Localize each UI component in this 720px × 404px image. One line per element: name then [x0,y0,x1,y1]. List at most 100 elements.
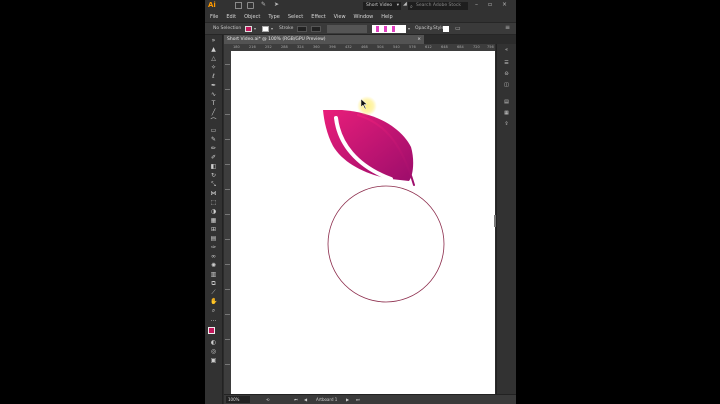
rotate-tool-icon[interactable]: ↻ [210,173,217,179]
ruler-tick: 684 [457,45,464,49]
title-bar: Ai ✎ ➤ Short Video ▾ ◢ ⌕ Search Adobe St… [205,0,516,12]
menu-window[interactable]: Window [354,12,374,22]
fill-stroke-widget[interactable] [208,327,218,337]
links-icon[interactable]: ⊝ [503,71,510,77]
brush-icon[interactable]: ✎ [261,1,266,8]
menu-help[interactable]: Help [381,12,392,22]
paintbrush-tool-icon[interactable]: ✎ [210,137,217,143]
library-icon[interactable] [235,2,242,9]
send-icon[interactable]: ➤ [274,1,279,8]
collapse-icon[interactable]: » [210,38,217,44]
document-setup-icon[interactable]: ▭ [455,25,461,32]
search-toggle-icon[interactable]: ◢ [403,1,407,7]
next-artboard-icon[interactable]: ▶ [346,395,349,404]
ruler-tick: 504 [377,45,384,49]
gradient-tool-icon[interactable]: ▤ [210,236,217,242]
ruler-tick: 720 [473,45,480,49]
collapse-icon[interactable]: « [503,47,510,53]
last-artboard-icon[interactable]: ⏭ [356,395,360,404]
menu-edit[interactable]: Edit [226,12,236,22]
perspective-grid-tool-icon[interactable]: ▦ [210,218,217,224]
screen-mode-icon[interactable]: ▣ [210,358,217,364]
fill-color-swatch[interactable] [245,26,252,32]
artboards-icon[interactable]: ▦ [503,110,510,116]
close-tab-icon[interactable]: × [417,35,421,44]
free-transform-tool-icon[interactable]: ⬚ [210,200,217,206]
rectangle-tool-icon[interactable]: ▭ [210,128,217,134]
pen-tool-icon[interactable]: ✒ [210,83,217,89]
draw-mode-icon[interactable]: ◎ [210,349,217,355]
stock-search-input[interactable]: ⌕ Search Adobe Stock [408,2,468,10]
first-artboard-icon[interactable]: ⏮ [294,395,298,404]
graphic-style-field[interactable] [372,25,406,33]
shaper-tool-icon[interactable]: ✐ [210,155,217,161]
mesh-tool-icon[interactable]: ⊞ [210,227,217,233]
chevron-down-icon[interactable]: ▾ [271,26,273,31]
direct-selection-tool-icon[interactable]: △ [210,56,217,62]
workspace-name: Short Video [366,3,393,8]
type-tool-icon[interactable]: T [210,101,217,107]
artboard-tool-icon[interactable]: ⧉ [210,281,217,287]
curvature-tool-icon[interactable]: ∿ [210,92,217,98]
stroke-color-swatch[interactable] [262,26,269,32]
circle-shape[interactable] [327,185,445,303]
menu-file[interactable]: File [210,12,218,22]
document-tab[interactable]: Short Video.ai* @ 100% (RGB/GPU Preview)… [224,35,424,44]
search-icon: ⌕ [410,4,413,10]
arc-tool-icon[interactable]: ⌒ [210,119,217,125]
menu-view[interactable]: View [334,12,346,22]
scale-tool-icon[interactable]: ⤡ [210,182,217,188]
asset-export-icon[interactable]: ⇪ [503,121,510,127]
vertical-ruler[interactable] [224,44,231,394]
selection-tool-icon[interactable]: ▲ [210,47,217,53]
chevron-down-icon[interactable]: ▾ [408,26,410,31]
close-window-icon[interactable]: × [502,1,507,8]
ruler-tick: 540 [393,45,400,49]
magic-wand-icon[interactable]: ✧ [210,65,217,71]
lasso-icon[interactable]: ℓ [210,74,217,80]
edit-toolbar-icon[interactable]: … [210,317,217,323]
artboard-name[interactable]: Artboard 1 [316,395,337,404]
blend-tool-icon[interactable]: ∞ [210,254,217,260]
ruler-tick: 252 [265,45,272,49]
width-tool-icon[interactable]: ⋈ [210,191,217,197]
ruler-tick: 360 [313,45,320,49]
previous-artboard-icon[interactable]: ◀ [304,395,307,404]
stroke-label: Stroke [279,26,294,31]
arrange-documents-icon[interactable] [247,2,254,9]
menu-object[interactable]: Object [244,12,260,22]
eraser-tool-icon[interactable]: ◧ [210,164,217,170]
shape-builder-tool-icon[interactable]: ◑ [210,209,217,215]
zoom-tool-icon[interactable]: ⌕ [210,308,217,314]
ruler-tick: 180 [233,45,240,49]
symbol-sprayer-tool-icon[interactable]: ✺ [210,263,217,269]
cc-libraries-icon[interactable]: ◫ [503,82,510,88]
menu-select[interactable]: Select [288,12,303,22]
maximize-icon[interactable]: ▫ [488,1,492,8]
minimize-icon[interactable]: – [475,1,478,8]
variable-width-field[interactable] [311,26,321,32]
layers-icon[interactable]: ▤ [503,99,510,105]
color-mode-icon[interactable]: ◐ [210,340,217,346]
menu-type[interactable]: Type [268,12,279,22]
stroke-weight-field[interactable] [297,26,307,32]
line-tool-icon[interactable]: ╱ [210,110,217,116]
menu-effect[interactable]: Effect [311,12,325,22]
column-graph-tool-icon[interactable]: ▥ [210,272,217,278]
fill-color-box[interactable] [208,327,215,334]
options-icon[interactable]: ≡ [505,24,510,31]
slice-tool-icon[interactable]: ⟋ [210,290,217,296]
horizontal-ruler[interactable]: 180 216 252 288 324 360 396 432 468 504 … [231,44,495,51]
eyedropper-tool-icon[interactable]: ✑ [210,245,217,251]
hand-tool-icon[interactable]: ✋ [210,299,217,305]
workspace-switcher[interactable]: Short Video ▾ [363,2,401,10]
brush-definition-field[interactable] [327,25,367,33]
style-swatch[interactable] [443,26,449,32]
rotation-field[interactable]: ⟲ [266,395,269,404]
tools-panel: » ▲ △ ✧ ℓ ✒ ∿ T ╱ ⌒ ▭ ✎ ✏ ✐ ◧ ↻ ⤡ ⋈ ⬚ ◑ … [205,35,223,404]
zoom-level-field[interactable]: 100% [226,396,250,403]
panel-dock: « ☰ ⊝ ◫ ▤ ▦ ⇪ [496,44,516,404]
chevron-down-icon[interactable]: ▾ [254,26,256,31]
pencil-tool-icon[interactable]: ✏ [210,146,217,152]
properties-icon[interactable]: ☰ [503,60,510,66]
